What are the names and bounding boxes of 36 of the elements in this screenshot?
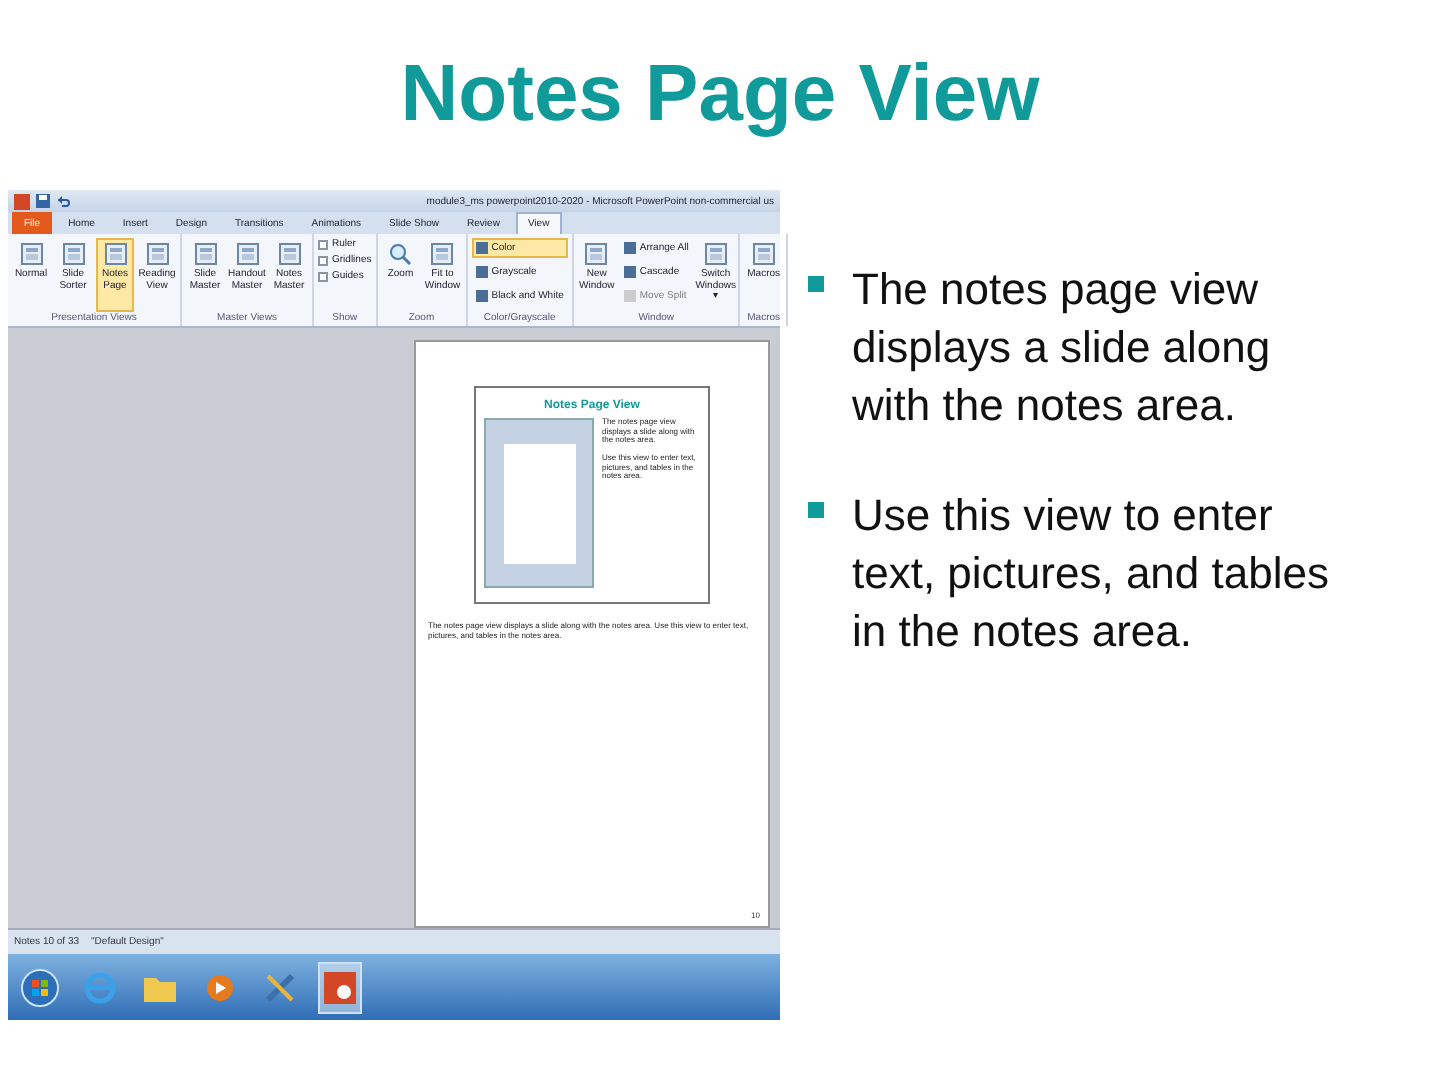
layout-icon xyxy=(103,242,127,267)
swatch-icon xyxy=(475,242,488,255)
layout-icon xyxy=(430,242,455,267)
globe-icon xyxy=(84,971,116,1004)
layout-icon xyxy=(584,242,609,267)
layout-icon xyxy=(193,242,217,267)
save-icon xyxy=(36,194,50,209)
page-placeholder xyxy=(503,443,575,564)
checkbox[interactable] xyxy=(318,239,328,250)
undo-icon xyxy=(56,194,70,209)
bullet-text: The notes page view displays a slide along with the notes area. xyxy=(852,262,1273,435)
taskbar-button[interactable] xyxy=(318,961,362,1014)
swatch-icon xyxy=(623,266,636,279)
swatch-icon xyxy=(475,290,488,303)
layout-icon xyxy=(235,242,259,267)
bullet-text: Use this view to enter text, pictures, and tables in the notes area. xyxy=(852,488,1331,661)
folder-icon xyxy=(144,973,176,1002)
layout-icon xyxy=(277,242,301,267)
layout-icon xyxy=(61,242,85,267)
layout-icon xyxy=(19,242,43,267)
checkbox[interactable] xyxy=(318,271,328,282)
start-orb-icon xyxy=(20,967,60,1008)
tools-icon xyxy=(264,971,296,1004)
presentation-icon xyxy=(324,971,356,1004)
bullet-icon xyxy=(808,502,824,519)
layout-icon xyxy=(145,242,169,267)
checkbox[interactable] xyxy=(318,255,328,266)
layout-icon xyxy=(703,242,728,267)
swatch-icon xyxy=(623,242,636,255)
play-icon xyxy=(206,973,234,1002)
swatch-icon xyxy=(623,290,636,303)
slide-title: Notes Page View xyxy=(398,48,1042,142)
search-icon xyxy=(388,242,413,267)
app-icon xyxy=(14,193,30,210)
bullet-icon xyxy=(808,276,824,292)
swatch-icon xyxy=(475,266,488,279)
